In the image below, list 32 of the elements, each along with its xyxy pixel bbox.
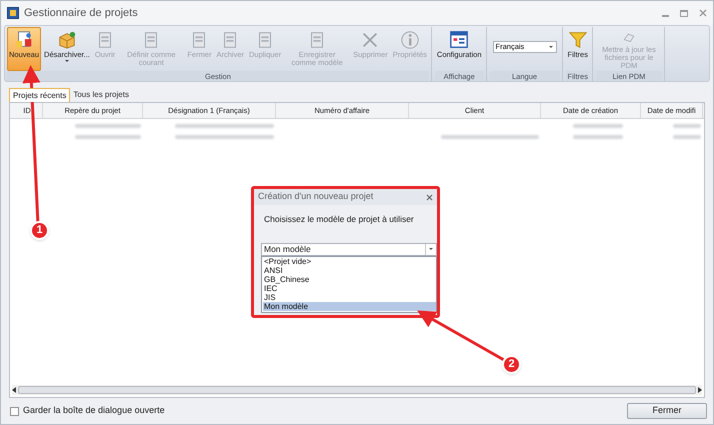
list-item[interactable]: JIS bbox=[263, 292, 436, 302]
list-item[interactable]: Mon modèle bbox=[263, 302, 436, 311]
list-item[interactable]: IEC bbox=[263, 284, 436, 293]
list-item[interactable]: GB_Chinese bbox=[263, 274, 436, 284]
blurred-text bbox=[573, 135, 623, 139]
dialog-title: Création d'un nouveau projet bbox=[258, 190, 374, 204]
blurred-text bbox=[573, 124, 623, 128]
blurred-text bbox=[673, 124, 701, 128]
close-button[interactable]: Fermer bbox=[627, 403, 707, 419]
list-item[interactable]: <Projet vide> bbox=[263, 256, 436, 266]
blurred-text bbox=[75, 124, 141, 128]
maximize-icon[interactable] bbox=[680, 10, 688, 16]
template-combo[interactable]: Mon modèle bbox=[261, 242, 437, 256]
tab[interactable]: Tous les projets bbox=[70, 88, 132, 102]
blurred-text bbox=[673, 135, 701, 139]
keep-open-label: Garder la boîte de dialogue ouverte bbox=[23, 404, 165, 418]
app-icon bbox=[7, 7, 19, 19]
close-icon[interactable] bbox=[699, 9, 707, 17]
tab[interactable]: Projets récents bbox=[9, 88, 70, 102]
window-title: Gestionnaire de projets bbox=[24, 6, 138, 21]
blurred-text bbox=[75, 135, 141, 139]
info-icon bbox=[400, 30, 420, 50]
caret-icon bbox=[429, 248, 433, 250]
close-icon[interactable] bbox=[426, 194, 433, 200]
window-icon bbox=[449, 30, 470, 50]
horizontal-scrollbar[interactable] bbox=[12, 385, 702, 395]
funnel-icon bbox=[568, 30, 588, 50]
list-item[interactable]: ANSI bbox=[263, 266, 436, 275]
caret-icon bbox=[548, 46, 553, 48]
prompt-text: Choisissez le modèle de projet à utiliser bbox=[264, 213, 415, 226]
keep-open-checkbox[interactable] bbox=[10, 406, 19, 416]
page-icon bbox=[14, 30, 34, 50]
